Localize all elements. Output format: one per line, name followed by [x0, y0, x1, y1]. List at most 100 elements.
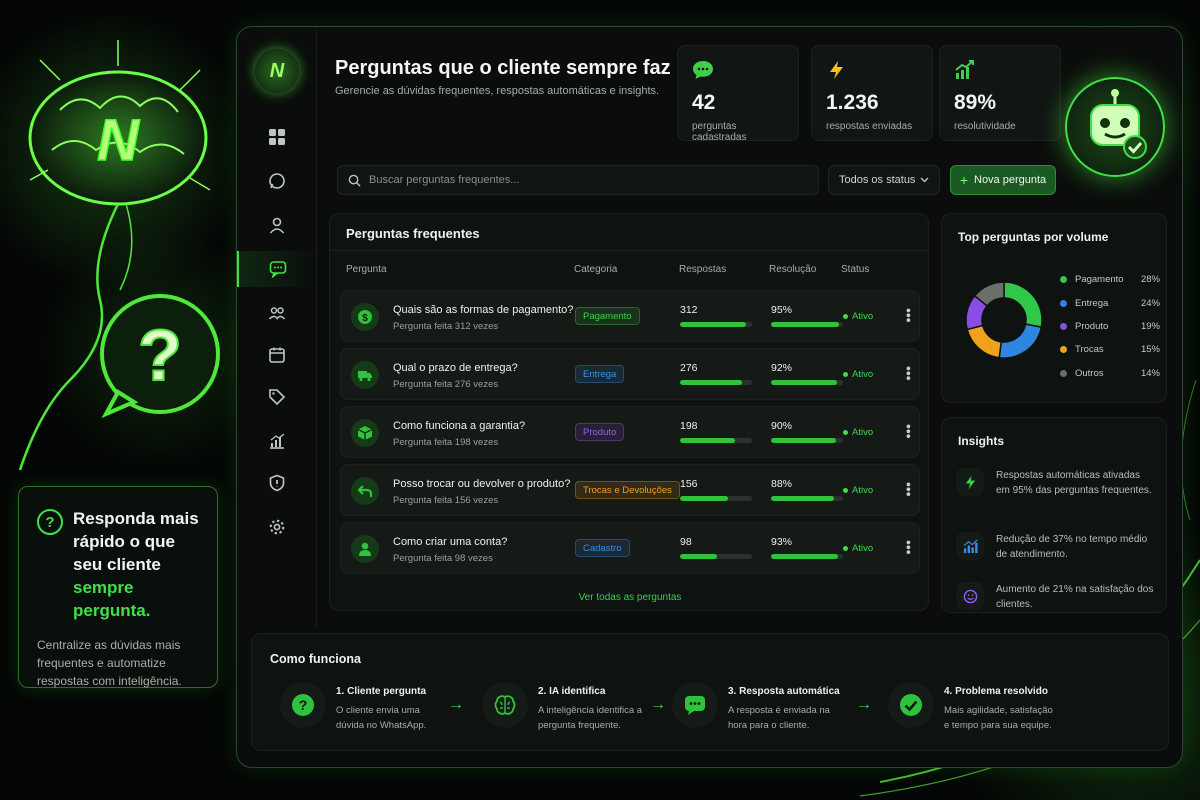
stat-label: resolutividade	[954, 121, 1016, 132]
more-options-icon[interactable]: •••	[901, 424, 917, 439]
legend-label: Outros	[1075, 368, 1104, 379]
faq-title: Perguntas frequentes	[346, 226, 480, 241]
responses-value: 198	[680, 420, 698, 432]
step-item: 3. Resposta automática A resposta é envia…	[672, 682, 842, 733]
calendar-icon	[269, 347, 285, 363]
legend-item: Produto 19%	[1060, 321, 1160, 332]
resolution-value: 95%	[771, 304, 793, 316]
sidebar-item-security[interactable]	[237, 465, 317, 501]
lightning-icon	[956, 468, 984, 496]
table-row[interactable]: Qual o prazo de entrega? Pergunta feita …	[340, 348, 920, 400]
status-dot	[843, 372, 848, 377]
step-title: 2. IA identifica	[538, 686, 606, 697]
table-row[interactable]: Como criar uma conta? Pergunta feita 98 …	[340, 522, 920, 574]
logo-letter: N	[269, 59, 285, 82]
new-question-button[interactable]: + Nova pergunta	[950, 165, 1056, 195]
sidebar-item-tags[interactable]	[237, 379, 317, 415]
status-text: Ativo	[852, 369, 874, 380]
stat-card-questions: 42 perguntas cadastradas	[677, 45, 799, 143]
responses-bar	[680, 322, 752, 327]
how-it-works-title: Como funciona	[270, 652, 361, 666]
insight-item: Respostas automáticas ativadas em 95% da…	[956, 468, 1156, 498]
donut-slice-pagamento	[1003, 281, 1043, 328]
more-options-icon[interactable]: •••	[901, 482, 917, 497]
chart-icon	[270, 433, 285, 449]
stat-value: 42	[692, 91, 716, 114]
legend-label: Pagamento	[1075, 274, 1124, 285]
more-options-icon[interactable]: •••	[901, 308, 917, 323]
question-bubble-icon: ?	[138, 316, 182, 396]
sidebar-item-settings[interactable]	[237, 509, 317, 545]
legend-item: Outros 14%	[1060, 368, 1160, 379]
sidebar-item-dashboard[interactable]	[237, 119, 317, 155]
legend-label: Produto	[1075, 321, 1109, 332]
legend-label: Entrega	[1075, 298, 1109, 309]
sidebar-item-analytics[interactable]	[237, 423, 317, 459]
brain-logo-letter: N	[97, 108, 140, 173]
step-description: A inteligência identifica a pergunta fre…	[538, 705, 643, 731]
resolution-value: 88%	[771, 478, 793, 490]
question-count: Pergunta feita 98 vezes	[393, 553, 493, 564]
responses-bar-fill	[680, 322, 747, 327]
search-input[interactable]	[369, 174, 799, 186]
responses-bar-fill	[680, 438, 736, 443]
box-icon	[351, 419, 379, 447]
sidebar-item-user[interactable]	[237, 207, 317, 243]
question-count: Pergunta feita 198 vezes	[393, 437, 499, 448]
plus-icon: +	[959, 172, 968, 188]
sidebar-item-users[interactable]	[237, 295, 317, 331]
question-text: Como criar uma conta?	[393, 536, 508, 548]
table-row[interactable]: Como funciona a garantia? Pergunta feita…	[340, 406, 920, 458]
app-logo[interactable]: N	[255, 49, 299, 93]
dashboard-panel: N Perguntas que o cliente sempre faz Ger…	[236, 26, 1183, 768]
page-title: Perguntas que o cliente sempre faz	[335, 57, 671, 79]
stat-label: respostas enviadas	[826, 121, 913, 132]
resolution-bar-fill	[771, 496, 835, 501]
smile-icon	[956, 582, 984, 610]
question-text: Quais são as formas de pagamento?	[393, 304, 574, 316]
column-header-category: Categoria	[574, 264, 618, 275]
responses-bar	[680, 380, 752, 385]
chevron-down-icon	[920, 177, 929, 183]
legend-swatch	[1060, 346, 1067, 353]
see-all-questions-link[interactable]: Ver todas as perguntas	[330, 592, 930, 603]
table-row[interactable]: Posso trocar ou devolver o produto? Perg…	[340, 464, 920, 516]
resolution-bar-fill	[771, 554, 838, 559]
legend-percent: 19%	[1140, 321, 1160, 332]
promo-title: Responda mais rápido o que seu cliente s…	[73, 507, 199, 622]
dollar-icon: $	[351, 303, 379, 331]
more-options-icon[interactable]: •••	[901, 540, 917, 555]
brain-icon	[482, 682, 528, 728]
status-dot	[843, 488, 848, 493]
step-description: O cliente envia uma dúvida no WhatsApp.	[336, 705, 427, 731]
legend-item: Trocas 15%	[1060, 344, 1160, 355]
responses-bar	[680, 496, 752, 501]
bar-chart-icon	[956, 532, 984, 560]
truck-icon	[351, 361, 379, 389]
status-filter-value: Todos os status	[839, 174, 916, 186]
sidebar: N	[237, 27, 317, 627]
search-bar	[337, 165, 819, 195]
sidebar-item-calendar[interactable]	[237, 337, 317, 373]
sidebar-item-chat[interactable]	[237, 251, 317, 287]
arrow-right-icon: →	[650, 696, 666, 713]
svg-text:$: $	[362, 313, 368, 324]
how-it-works-section: Como funciona ? 1. Cliente pergunta O cli…	[251, 633, 1169, 751]
status-filter-select[interactable]: Todos os status	[828, 165, 940, 195]
status-dot	[843, 546, 848, 551]
insights-title: Insights	[958, 434, 1005, 448]
step-description: Mais agilidade, satisfação e tempo para …	[944, 705, 1053, 731]
sidebar-item-whatsapp[interactable]	[237, 163, 317, 199]
responses-value: 276	[680, 362, 698, 374]
responses-value: 312	[680, 304, 698, 316]
legend-swatch	[1060, 370, 1067, 377]
more-options-icon[interactable]: •••	[901, 366, 917, 381]
responses-value: 98	[680, 536, 692, 548]
responses-bar-fill	[680, 554, 718, 559]
step-title: 1. Cliente pergunta	[336, 686, 427, 697]
chat-bubble-icon	[693, 61, 713, 79]
responses-value: 156	[680, 478, 698, 490]
resolution-bar-fill	[771, 438, 836, 443]
status-text: Ativo	[852, 485, 874, 496]
table-row[interactable]: $ Quais são as formas de pagamento? Perg…	[340, 290, 920, 342]
